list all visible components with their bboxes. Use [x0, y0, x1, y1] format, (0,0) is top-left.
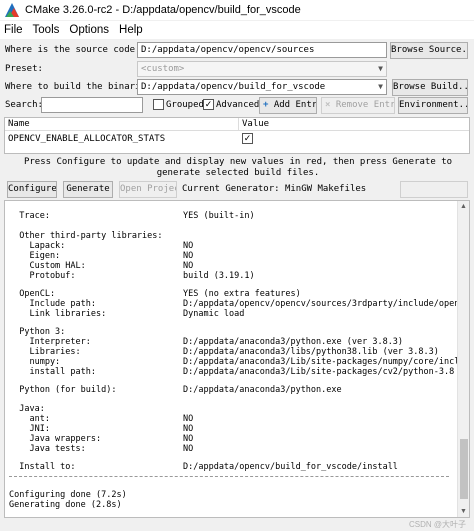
- log-line: Configuring done (7.2s): [9, 490, 127, 500]
- preset-select[interactable]: <custom> ▼: [137, 61, 387, 77]
- log-line: Link libraries: Dynamic load: [9, 309, 245, 319]
- action-row: Configure Generate Open Project Current …: [0, 181, 474, 200]
- chevron-down-icon: ▼: [378, 64, 383, 73]
- log-line: JNI: NO: [9, 424, 194, 434]
- source-path-input[interactable]: D:/appdata/opencv/opencv/sources: [137, 42, 387, 58]
- preset-label: Preset:: [5, 64, 43, 74]
- browse-build-button[interactable]: Browse Build...: [392, 79, 468, 96]
- progress-bar: [400, 181, 468, 198]
- configure-button[interactable]: Configure: [7, 181, 57, 198]
- log-line: Java wrappers: NO: [9, 434, 194, 444]
- build-label: Where to build the binaries:: [5, 82, 157, 92]
- add-entry-label: Add Entry: [273, 100, 317, 110]
- output-scrollbar[interactable]: ▲ ▼: [457, 201, 469, 517]
- cmake-logo-icon: [5, 3, 19, 17]
- build-row: Where to build the binaries: D:/appdata/…: [0, 78, 474, 96]
- log-line: Include path: D:/appdata/opencv/opencv/s…: [9, 299, 465, 309]
- column-header-name[interactable]: Name: [5, 118, 239, 131]
- menu-bar: File Tools Options Help: [0, 21, 474, 39]
- open-project-button[interactable]: Open Project: [119, 181, 177, 198]
- source-label: Where is the source code:: [5, 45, 141, 55]
- menu-tools[interactable]: Tools: [33, 24, 60, 36]
- watermark: CSDN @大叶子: [408, 520, 466, 529]
- remove-icon: ×: [325, 100, 331, 110]
- log-line: install path: D:/appdata/anaconda3/Lib/s…: [9, 367, 455, 377]
- source-row: Where is the source code: D:/appdata/ope…: [0, 41, 474, 59]
- log-line: Libraries: D:/appdata/anaconda3/libs/pyt…: [9, 347, 439, 357]
- generate-button[interactable]: Generate: [63, 181, 113, 198]
- log-line: Lapack: NO: [9, 241, 194, 251]
- log-line: Python 3:: [9, 327, 66, 337]
- cache-entry-value-checkbox[interactable]: ✓: [242, 133, 253, 144]
- plus-icon: +: [263, 100, 269, 110]
- remove-entry-button[interactable]: × Remove Entry: [321, 97, 395, 114]
- build-path-value: D:/appdata/opencv/build_for_vscode: [141, 82, 326, 92]
- log-line: Generating done (2.8s): [9, 500, 122, 510]
- log-line: Install to: D:/appdata/opencv/build_for_…: [9, 462, 398, 472]
- log-line: Protobuf: build (3.19.1): [9, 271, 255, 281]
- advanced-label: Advanced: [216, 100, 260, 110]
- output-log[interactable]: Trace: YES (built-in) Other third-party …: [4, 200, 470, 518]
- environment-button[interactable]: Environment...: [398, 97, 468, 114]
- log-line: Custom HAL: NO: [9, 261, 194, 271]
- build-path-combo[interactable]: D:/appdata/opencv/build_for_vscode ▼: [137, 79, 387, 95]
- grouped-label: Grouped: [166, 100, 204, 110]
- title-bar: CMake 3.26.0-rc2 - D:/appdata/opencv/bui…: [0, 0, 474, 20]
- search-label: Search:: [5, 100, 43, 110]
- column-header-value[interactable]: Value: [239, 118, 469, 131]
- log-line: OpenCL: YES (no extra features): [9, 289, 301, 299]
- menu-help[interactable]: Help: [119, 24, 143, 36]
- scroll-up-icon[interactable]: ▲: [460, 203, 467, 210]
- menu-file[interactable]: File: [4, 24, 23, 36]
- grouped-checkbox[interactable]: [153, 99, 164, 110]
- menu-options[interactable]: Options: [69, 24, 109, 36]
- info-text: Press Configure to update and display ne…: [23, 157, 453, 178]
- toolbar-row: Search: Grouped ✓ Advanced + Add Entry ×…: [0, 96, 474, 116]
- log-line: numpy: D:/appdata/anaconda3/Lib/site-pac…: [9, 357, 465, 367]
- cache-entry-name[interactable]: OPENCV_ENABLE_ALLOCATOR_STATS: [8, 134, 165, 144]
- preset-row: Preset: <custom> ▼: [0, 60, 474, 78]
- log-line: Eigen: NO: [9, 251, 194, 261]
- log-line: Other third-party libraries:: [9, 231, 163, 241]
- log-line: Trace: YES (built-in): [9, 211, 255, 221]
- log-line: Java tests: NO: [9, 444, 194, 454]
- remove-entry-label: Remove Entry: [335, 100, 395, 110]
- log-line: Interpreter: D:/appdata/anaconda3/python…: [9, 337, 404, 347]
- preset-value: <custom>: [141, 64, 185, 74]
- chevron-down-icon[interactable]: ▼: [378, 82, 383, 91]
- search-input[interactable]: [41, 97, 143, 113]
- add-entry-button[interactable]: + Add Entry: [259, 97, 317, 114]
- advanced-checkbox[interactable]: ✓: [203, 99, 214, 110]
- log-line: Python (for build): D:/appdata/anaconda3…: [9, 385, 342, 395]
- browse-source-button[interactable]: Browse Source...: [390, 42, 468, 59]
- status-bar: CSDN @大叶子: [0, 519, 474, 531]
- scroll-down-icon[interactable]: ▼: [460, 508, 467, 515]
- cache-table: Name Value OPENCV_ENABLE_ALLOCATOR_STATS…: [4, 117, 470, 154]
- log-separator: [9, 476, 449, 477]
- window-title: CMake 3.26.0-rc2 - D:/appdata/opencv/bui…: [25, 4, 301, 16]
- current-generator-label: Current Generator: MinGW Makefiles: [182, 184, 367, 194]
- scrollbar-thumb[interactable]: [460, 439, 468, 499]
- log-line: Java:: [9, 404, 45, 414]
- log-line: ant: NO: [9, 414, 194, 424]
